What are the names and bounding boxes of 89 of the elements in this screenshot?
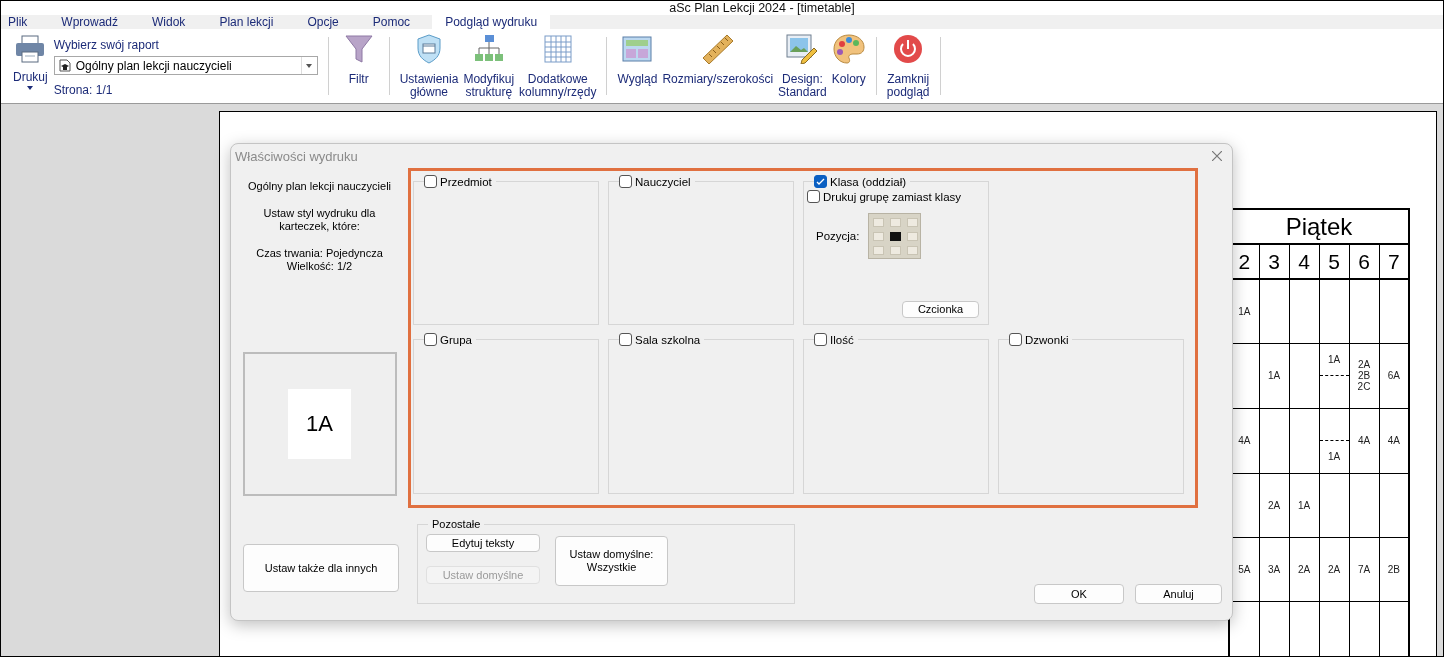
table-cell: 1A	[1259, 343, 1289, 408]
font-button[interactable]: Czcionka	[902, 301, 979, 318]
checkbox-label: Klasa (oddział)	[830, 175, 907, 188]
print-button[interactable]: Drukuj	[11, 33, 50, 99]
table-cell	[1289, 343, 1319, 408]
picture-pencil-icon	[786, 34, 819, 64]
funnel-icon	[344, 34, 373, 64]
checkbox-label: Sala szkolna	[635, 333, 701, 346]
menu-tab[interactable]: Wprowadź	[39, 15, 131, 29]
table-cell: 2A	[1259, 473, 1289, 537]
table-cell: 4A	[1349, 408, 1379, 473]
checkbox[interactable]	[814, 333, 827, 346]
table-cell: 2A 2B 2C	[1349, 343, 1379, 408]
position-cell[interactable]	[890, 232, 902, 241]
group-title: Pozostałe	[431, 518, 482, 530]
ribbon-button[interactable]: Kolory	[829, 33, 868, 99]
checkbox[interactable]	[807, 190, 820, 203]
close-icon[interactable]	[1212, 151, 1222, 161]
info-text: Ogólny plan lekcji nauczycieli	[247, 180, 392, 193]
period-header: 3	[1259, 244, 1289, 279]
table-cell: 2A	[1289, 537, 1319, 601]
ribbon-button[interactable]: Zamknij podgląd	[884, 33, 932, 99]
menu-tab[interactable]: Podgląd wydruku	[432, 15, 551, 29]
checkbox-label: Drukuj grupę zamiast klasy	[823, 190, 962, 203]
printer-icon	[15, 35, 46, 63]
ribbon-button[interactable]: Design: Standard	[776, 33, 829, 99]
checkbox-label: Nauczyciel	[635, 175, 691, 188]
palette-icon	[832, 34, 865, 64]
table-cell: 1A	[1319, 343, 1349, 408]
table-cell	[1319, 279, 1349, 343]
ribbon-button[interactable]: Wygląd	[615, 33, 660, 99]
ribbon-button[interactable]: Modyfikuj strukturę	[461, 33, 517, 99]
layout-icon	[622, 36, 653, 62]
table-cell	[1349, 473, 1379, 537]
checkbox[interactable]	[424, 333, 437, 346]
action-button[interactable]: Edytuj teksty	[426, 534, 540, 552]
hierarchy-icon	[473, 34, 504, 64]
apply-to-others-button[interactable]: Ustaw także dla innych	[243, 544, 399, 592]
table-cell	[1289, 408, 1319, 473]
checkbox-label: Grupa	[440, 333, 472, 346]
position-label: Pozycja:	[816, 230, 860, 242]
checkbox-label: Przedmiot	[440, 175, 492, 188]
table-grid-icon	[543, 35, 572, 63]
menu-tab[interactable]: Plan lekcji	[197, 15, 286, 29]
cancel-button[interactable]: Anuluj	[1135, 584, 1222, 604]
table-cell	[1259, 279, 1289, 343]
table-cell: 3A	[1259, 537, 1289, 601]
info-text: Czas trwania: Pojedyncza Wielkość: 1/2	[256, 247, 383, 273]
checkbox[interactable]	[424, 175, 437, 188]
ribbon-button[interactable]: Ustawienia główne	[397, 33, 461, 99]
menu-tab[interactable]: Opcje	[285, 15, 351, 29]
document-icon	[58, 59, 71, 72]
ok-button[interactable]: OK	[1034, 584, 1124, 604]
checkbox[interactable]	[1009, 333, 1022, 346]
checkbox[interactable]	[619, 175, 632, 188]
dialog-title: Właściwości wydruku	[235, 148, 358, 164]
shield-icon	[416, 34, 443, 64]
ruler-icon	[700, 34, 735, 64]
caret-icon	[27, 86, 34, 90]
menu-tab[interactable]: Widok	[130, 15, 198, 29]
reset-all-button[interactable]: Ustaw domyślne: Wszystkie	[555, 536, 668, 586]
report-label: Wybierz swój raport	[53, 38, 160, 52]
table-cell: 7A	[1349, 537, 1379, 601]
info-text: Ustaw styl wydruku dla karteczek, które:	[263, 207, 376, 233]
period-header: 6	[1349, 244, 1379, 279]
period-header: 4	[1289, 244, 1319, 279]
table-cell: 2A	[1319, 537, 1349, 601]
report-dropdown[interactable]: Ogólny plan lekcji nauczycieli	[53, 56, 318, 75]
ribbon-button[interactable]: Filtr	[342, 33, 375, 99]
preview-label: 1A	[288, 389, 351, 459]
ribbon-button[interactable]: Dodatkowe kolumny/rzędy	[517, 33, 599, 99]
period-header: 5	[1319, 244, 1349, 279]
checkbox[interactable]	[619, 333, 632, 346]
checkbox-label: Dzwonki	[1025, 333, 1069, 346]
table-cell	[1349, 279, 1379, 343]
checkbox-label: Ilość	[830, 333, 854, 346]
menu-tab[interactable]: Plik	[1, 15, 40, 29]
table-cell	[1289, 279, 1319, 343]
power-icon	[893, 34, 924, 64]
page-indicator: Strona: 1/1	[53, 83, 114, 97]
caret-icon	[306, 63, 313, 68]
table-cell	[1259, 408, 1289, 473]
table-cell	[1319, 473, 1349, 537]
window-title: aSc Plan Lekcji 2024 - [timetable]	[669, 1, 855, 15]
menu-tab[interactable]: Pomoc	[350, 15, 423, 29]
table-cell: 1A	[1289, 473, 1319, 537]
checkbox[interactable]	[814, 175, 827, 188]
table-cell: 1A	[1319, 408, 1349, 473]
ribbon-button[interactable]: Rozmiary/szerokości	[660, 33, 776, 99]
